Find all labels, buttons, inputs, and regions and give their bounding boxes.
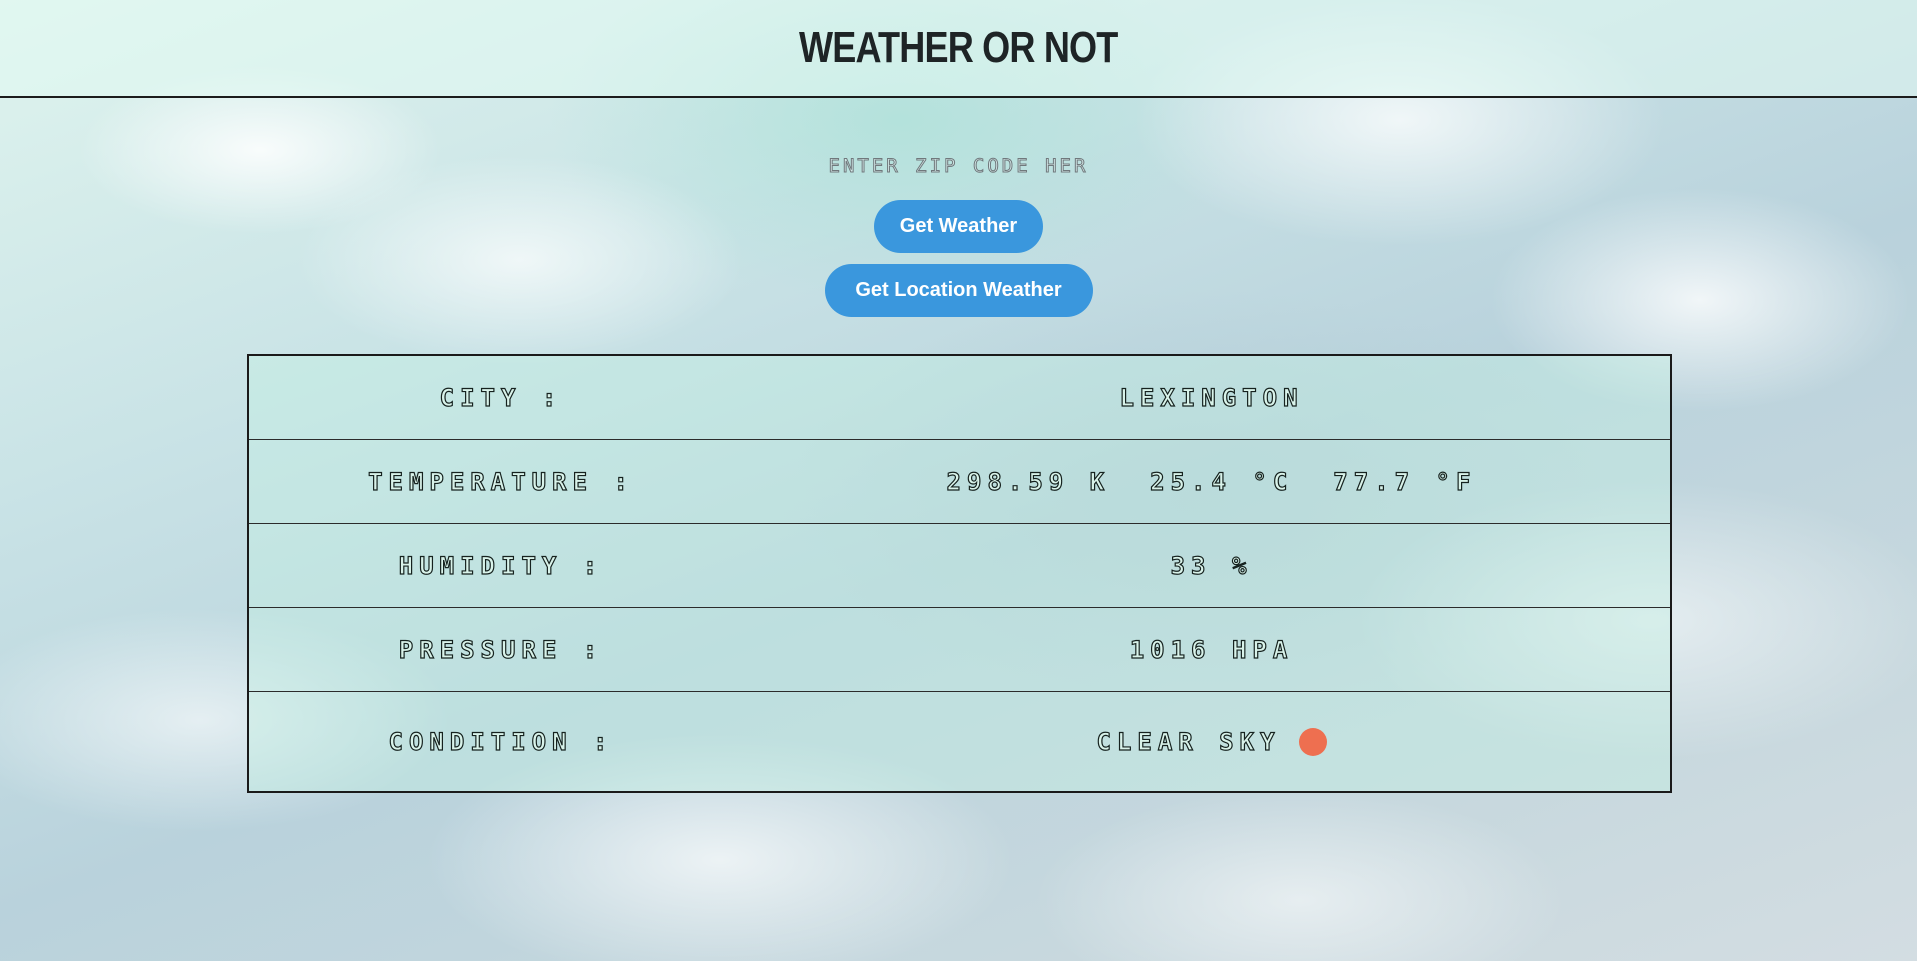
temperature-value-cell: 298.59 K 25.4 °C 77.7 °F — [753, 467, 1670, 496]
sun-icon — [1298, 727, 1327, 756]
zip-code-input[interactable] — [826, 150, 1091, 182]
get-weather-button[interactable]: Get Weather — [874, 200, 1043, 253]
condition-value: clear sky — [1096, 727, 1281, 756]
condition-label: Condition : — [388, 727, 614, 756]
humidity-value-cell: 33 % — [753, 551, 1670, 580]
humidity-row: Humidity : 33 % — [249, 524, 1670, 608]
pressure-label: Pressure : — [398, 635, 604, 664]
pressure-value: 1016 hPa — [1129, 635, 1294, 664]
temperature-celsius: 25.4 °C — [1150, 467, 1294, 496]
condition-value-cell: clear sky — [753, 727, 1670, 756]
get-location-weather-button[interactable]: Get Location Weather — [824, 264, 1093, 317]
humidity-value: 33 % — [1170, 551, 1253, 580]
city-label: City : — [439, 383, 563, 412]
city-row: City : Lexington — [249, 356, 1670, 440]
temperature-row: Temperature : 298.59 K 25.4 °C 77.7 °F — [249, 440, 1670, 524]
city-value: Lexington — [1119, 383, 1304, 412]
search-controls: Get Weather Get Location Weather — [0, 150, 1917, 317]
temperature-fahrenheit: 77.7 °F — [1333, 467, 1477, 496]
humidity-label: Humidity : — [398, 551, 604, 580]
temperature-kelvin: 298.59 K — [946, 467, 1111, 496]
pressure-row: Pressure : 1016 hPa — [249, 608, 1670, 692]
temperature-label: Temperature : — [367, 467, 634, 496]
condition-row: Condition : clear sky — [249, 692, 1670, 791]
pressure-value-cell: 1016 hPa — [753, 635, 1670, 664]
weather-table: City : Lexington Temperature : 298.59 K … — [247, 354, 1672, 793]
app-header: WEATHER OR NOT — [0, 0, 1917, 98]
app-title: WEATHER OR NOT — [799, 23, 1118, 72]
city-value-cell: Lexington — [753, 383, 1670, 412]
